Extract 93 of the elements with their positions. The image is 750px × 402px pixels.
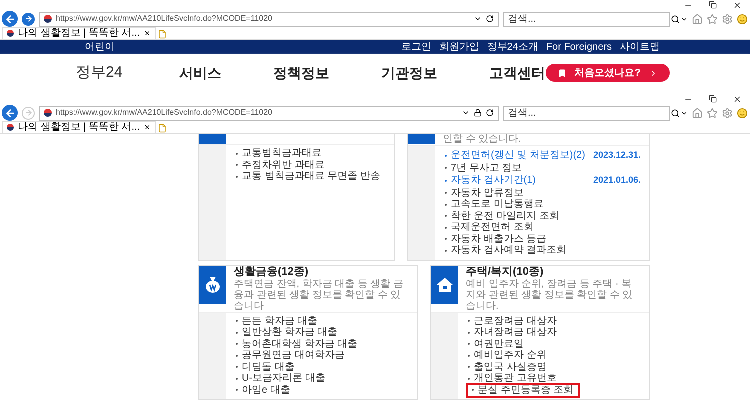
site-logo-text[interactable]: 정부24 xyxy=(76,62,123,84)
site-favicon-icon xyxy=(44,15,52,23)
service-link[interactable]: 디딤돌 대출 xyxy=(242,362,295,373)
url-text: https://www.gov.kr/mw/AA210LifeSvcInfo.do?MCODE=11020 xyxy=(56,107,274,119)
search-field[interactable]: 검색... xyxy=(503,12,670,26)
utility-link[interactable]: 로그인 xyxy=(401,42,432,52)
service-link[interactable]: 농어촌대학생 학자금 대출 xyxy=(242,338,358,350)
service-link[interactable]: U-보금자리론 대출 xyxy=(242,373,326,384)
close-tab-icon[interactable] xyxy=(144,30,152,37)
card-description: 예비 입주자 순위, 장려금 등 주택 · 복지와 관련된 생활 정보를 확인할 수 있습니다. xyxy=(466,278,634,312)
dropdown-icon[interactable] xyxy=(681,110,688,116)
utility-link[interactable]: 회원가입 xyxy=(439,42,480,52)
card-icon-tile xyxy=(408,134,435,144)
site-favicon-icon xyxy=(7,124,14,131)
arrow-left-icon xyxy=(4,108,16,118)
new-tab-icon[interactable] xyxy=(158,124,168,133)
service-link[interactable]: 자동차 검사예약 결과조회 xyxy=(451,245,567,256)
service-link[interactable]: 주정차위반 과태료 xyxy=(242,160,325,171)
service-link[interactable]: 공무원연금 대여학자금 xyxy=(242,350,345,362)
bookmark-icon xyxy=(558,68,567,78)
browser-tab[interactable]: 나의 생활정보 | 똑똑한 서... xyxy=(2,121,156,133)
card-title: 생활금융(12종) xyxy=(234,266,310,278)
settings-icon[interactable] xyxy=(722,108,733,118)
search-icon[interactable] xyxy=(671,14,680,24)
star-icon[interactable] xyxy=(707,14,718,24)
date-text: 2023.12.31. xyxy=(593,149,641,162)
kids-link[interactable]: 어린이 xyxy=(85,40,115,54)
settings-icon[interactable] xyxy=(722,14,733,24)
dropdown-icon[interactable] xyxy=(462,109,470,117)
service-link[interactable]: 자동차 압류정보 xyxy=(451,188,524,199)
forward-button[interactable] xyxy=(22,12,35,26)
service-link[interactable]: 고속도로 미납통행료 xyxy=(451,199,544,210)
service-link[interactable]: 근로장려금 대상자 xyxy=(474,316,557,327)
back-button[interactable] xyxy=(2,105,18,121)
address-field[interactable]: https://www.gov.kr/mw/AA210LifeSvcInfo.do?MCODE=11020 xyxy=(39,12,499,26)
nav-link[interactable]: 서비스 xyxy=(180,62,222,84)
service-link[interactable]: 자동차 배출가스 등급 xyxy=(451,234,547,245)
service-link[interactable]: 개인통관 고유번호 xyxy=(474,373,557,384)
service-link[interactable]: 든든 학자금 대출 xyxy=(242,316,318,327)
dropdown-icon[interactable] xyxy=(474,15,482,23)
search-icon[interactable] xyxy=(671,108,680,118)
smiley-icon[interactable] xyxy=(737,14,748,24)
utility-link[interactable]: 정부24소개 xyxy=(487,42,538,52)
service-link[interactable]: 출입국 사실증명 xyxy=(474,362,547,373)
service-link[interactable]: 운전면허(갱신 및 처분정보)(2) xyxy=(451,150,586,162)
card-icon-tile xyxy=(199,134,226,144)
back-button[interactable] xyxy=(2,11,18,27)
browser-tab[interactable]: 나의 생활정보 | 똑똑한 서... xyxy=(2,27,156,39)
service-link[interactable]: 자녀장려금 대상자 xyxy=(474,327,557,338)
utility-link[interactable]: For Foreigners xyxy=(546,42,612,52)
service-link[interactable]: 국제운전면허 조회 xyxy=(451,222,534,234)
home-icon[interactable] xyxy=(692,14,703,24)
utility-link[interactable]: 사이트맵 xyxy=(620,42,660,52)
refresh-icon[interactable] xyxy=(486,15,494,23)
service-link[interactable]: 예비입주자 순위 xyxy=(474,350,547,362)
card-title: 주택/복지(10종) xyxy=(466,266,545,278)
url-text: https://www.gov.kr/mw/AA210LifeSvcInfo.do?MCODE=11020 xyxy=(56,13,274,25)
star-icon[interactable] xyxy=(707,108,718,118)
service-link[interactable]: 7년 무사고 정보 xyxy=(451,162,522,174)
nav-link[interactable]: 고객센터 xyxy=(490,62,546,84)
close-tab-icon[interactable] xyxy=(144,124,152,131)
nav-link[interactable]: 기관정보 xyxy=(382,62,438,84)
address-field[interactable]: https://www.gov.kr/mw/AA210LifeSvcInfo.do?MCODE=11020 xyxy=(39,106,499,120)
new-tab-icon[interactable] xyxy=(158,30,168,39)
smiley-icon[interactable] xyxy=(737,108,748,118)
site-favicon-icon xyxy=(7,30,14,37)
dropdown-icon[interactable] xyxy=(681,16,688,22)
close-icon[interactable] xyxy=(733,0,742,10)
service-link[interactable]: 교통범칙금과태료 xyxy=(242,148,322,160)
card-description: 인할 수 있습니다. xyxy=(443,134,522,145)
site-favicon-icon xyxy=(44,109,52,117)
money-bag-icon xyxy=(204,276,220,294)
close-icon[interactable] xyxy=(733,94,742,104)
search-field[interactable]: 검색... xyxy=(503,106,670,120)
restore-icon[interactable] xyxy=(709,95,717,103)
service-link[interactable]: 분실 주민등록증 조회 xyxy=(478,384,574,396)
arrow-right-icon xyxy=(24,15,32,23)
refresh-icon[interactable] xyxy=(486,109,494,117)
service-link[interactable]: 여권만료일 xyxy=(474,338,524,350)
service-link[interactable]: 교통 범칙금과태료 무면졸 반송 xyxy=(242,171,380,182)
service-link[interactable]: 아임e 대출 xyxy=(242,384,290,396)
house-icon xyxy=(436,276,454,292)
arrow-right-icon xyxy=(24,109,32,117)
first-visit-button[interactable]: 처음오셨나요? xyxy=(546,64,670,82)
home-icon[interactable] xyxy=(692,108,703,118)
nav-link[interactable]: 정책정보 xyxy=(274,62,330,84)
card-description: 주택연금 잔액, 학자금 대출 등 생활 금융과 관련된 생활 정보를 확인할 수 있습니다 xyxy=(234,278,404,312)
arrow-left-icon xyxy=(4,14,16,24)
restore-icon[interactable] xyxy=(709,1,717,9)
service-link[interactable]: 일반상환 학자금 대출 xyxy=(242,327,338,338)
service-link[interactable]: 착한 운전 마일리지 조회 xyxy=(451,210,560,222)
service-link[interactable]: 자동차 검사기간(1) xyxy=(451,175,536,186)
date-text: 2021.01.06. xyxy=(593,174,641,187)
